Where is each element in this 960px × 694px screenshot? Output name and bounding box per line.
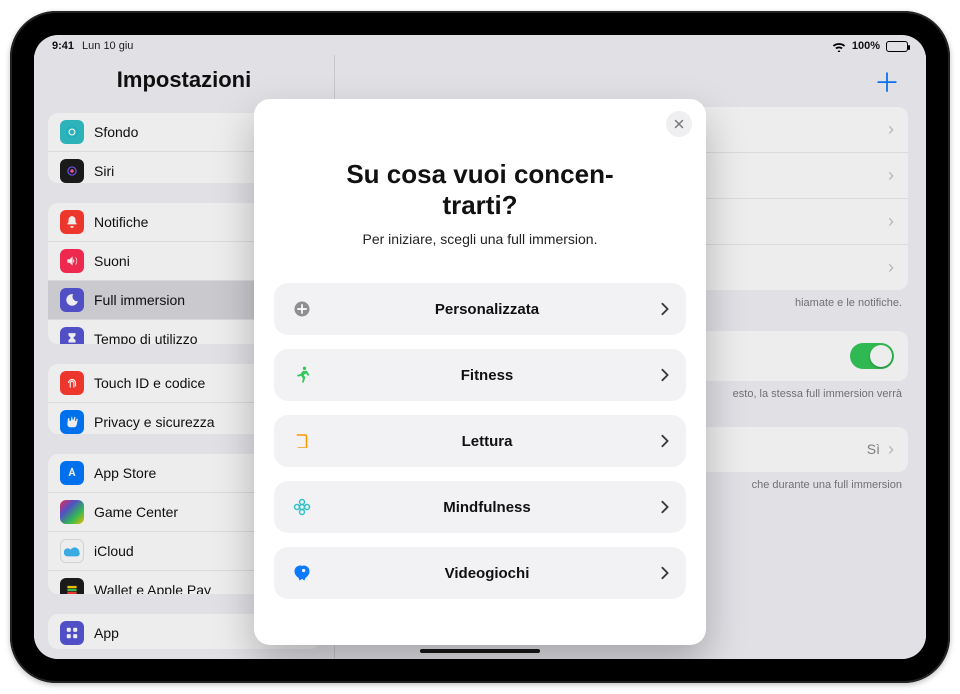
focus-option-videogiochi[interactable]: Videogiochi <box>274 547 686 599</box>
close-button[interactable] <box>666 111 692 137</box>
chevron-right-icon <box>660 434 670 448</box>
rocket-icon <box>290 563 314 583</box>
focus-option-label: Fitness <box>314 367 660 384</box>
focus-option-lettura[interactable]: Lettura <box>274 415 686 467</box>
chevron-right-icon <box>660 566 670 580</box>
chevron-right-icon <box>660 368 670 382</box>
chevron-right-icon <box>660 500 670 514</box>
ipad-frame: 9:41 Lun 10 giu 100% Impostazioni <box>10 11 950 683</box>
focus-option-mindfulness[interactable]: Mindfulness <box>274 481 686 533</box>
plus-circle-icon <box>290 299 314 319</box>
sheet-title: Su cosa vuoi concen-trarti? <box>272 159 688 221</box>
book-icon <box>290 432 314 450</box>
mindfulness-icon <box>290 497 314 517</box>
home-indicator[interactable] <box>420 649 540 653</box>
focus-option-label: Videogiochi <box>314 565 660 582</box>
new-focus-sheet: Su cosa vuoi concen-trarti? Per iniziare… <box>254 99 706 645</box>
running-icon <box>290 365 314 385</box>
focus-option-fitness[interactable]: Fitness <box>274 349 686 401</box>
focus-option-personalizzata[interactable]: Personalizzata <box>274 283 686 335</box>
focus-option-label: Personalizzata <box>314 301 660 318</box>
ipad-screen: 9:41 Lun 10 giu 100% Impostazioni <box>34 35 926 659</box>
sheet-subtitle: Per iniziare, scegli una full immersion. <box>272 231 688 247</box>
focus-option-label: Mindfulness <box>314 499 660 516</box>
focus-option-label: Lettura <box>314 433 660 450</box>
chevron-right-icon <box>660 302 670 316</box>
